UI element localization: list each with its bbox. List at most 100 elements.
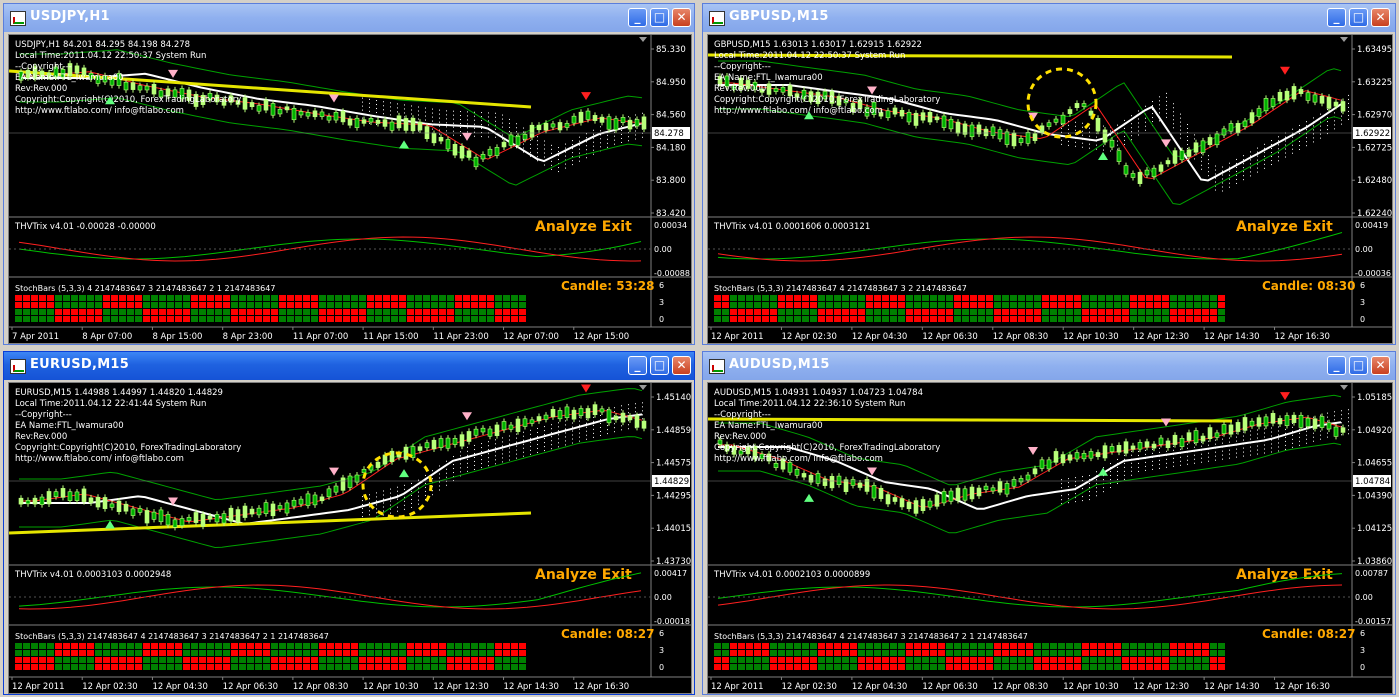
candle [382, 454, 388, 465]
stoch-cell [1034, 650, 1041, 656]
stoch-cell [1050, 302, 1057, 308]
stoch-cell [71, 309, 78, 315]
cloud-dot [635, 126, 636, 128]
price-tick-label: 1.45140 [656, 393, 691, 403]
cloud-dot [411, 113, 412, 115]
chart-window-audusd[interactable]: AUDUSD,M15 _ □ ✕ AUDUSD,M15 1.04931 1.04… [702, 351, 1396, 695]
stoch-cell [79, 316, 86, 322]
stoch-cell [239, 650, 246, 656]
maximize-button[interactable]: □ [1349, 8, 1368, 27]
stoch-cell [1202, 316, 1209, 322]
minimize-button[interactable]: _ [628, 8, 647, 27]
title-bar[interactable]: AUDUSD,M15 _ □ ✕ [703, 352, 1395, 380]
close-button[interactable]: ✕ [672, 8, 691, 27]
chart-area[interactable]: EURUSD,M15 1.44988 1.44997 1.44820 1.448… [8, 382, 692, 694]
cloud-dot [453, 472, 454, 474]
chart-header-line: Rev:Rev.000 [15, 84, 67, 94]
stoch-cell [1130, 664, 1137, 670]
cloud-dot [1257, 147, 1258, 149]
close-button[interactable]: ✕ [672, 356, 691, 375]
close-button[interactable]: ✕ [1371, 8, 1390, 27]
cloud-dot [1299, 436, 1300, 438]
stoch-cell [239, 657, 246, 663]
candle [158, 509, 164, 523]
candle [557, 410, 563, 420]
cloud-dot [425, 111, 426, 113]
stoch-cell [439, 316, 446, 322]
stoch-cell [938, 650, 945, 656]
stoch-cell [327, 309, 334, 315]
candle [550, 409, 556, 418]
stoch-cell [850, 295, 857, 301]
maximize-button[interactable]: □ [650, 8, 669, 27]
stoch-cell [946, 664, 953, 670]
stoch-cell [415, 316, 422, 322]
stoch-cell [415, 664, 422, 670]
stoch-cell [1194, 309, 1201, 315]
candle [857, 482, 863, 488]
stoch-cell [1146, 657, 1153, 663]
chart-window-gbpusd[interactable]: GBPUSD,M15 _ □ ✕ GBPUSD,M15 1.63013 1.63… [702, 3, 1396, 345]
cloud-dot [1075, 133, 1076, 135]
cloud-dot [1292, 426, 1293, 428]
candle [913, 112, 919, 126]
stoch-cell [87, 657, 94, 663]
candle [256, 507, 262, 516]
maximize-button[interactable]: □ [1349, 356, 1368, 375]
title-bar[interactable]: GBPUSD,M15 _ □ ✕ [703, 4, 1395, 32]
candle [312, 494, 318, 506]
stoch-cell [127, 650, 134, 656]
stoch-cell [1122, 657, 1129, 663]
stoch-cell [375, 643, 382, 649]
candle [1193, 430, 1199, 443]
chart-area[interactable]: AUDUSD,M15 1.04931 1.04937 1.04723 1.047… [707, 382, 1393, 694]
stoch-cell [858, 657, 865, 663]
cloud-dot [1327, 117, 1328, 119]
candle [186, 517, 192, 521]
minimize-button[interactable]: _ [628, 356, 647, 375]
chart-window-usdjpy[interactable]: USDJPY,H1 _ □ ✕ USDJPY,H1 84.201 84.295 … [3, 3, 695, 345]
stoch-cell [455, 643, 462, 649]
chart-area[interactable]: GBPUSD,M15 1.63013 1.63017 1.62915 1.629… [707, 34, 1393, 344]
minimize-button[interactable]: _ [1327, 356, 1346, 375]
candle [899, 110, 905, 117]
cloud-dot [1222, 186, 1223, 188]
cloud-dot [1348, 413, 1349, 415]
cloud-dot [1285, 136, 1286, 138]
stoch-cell [159, 643, 166, 649]
stoch-cell [335, 664, 342, 670]
cloud-dot [467, 466, 468, 468]
cloud-dot [460, 111, 461, 113]
stoch-cell [287, 664, 294, 670]
stoch-cell [1146, 309, 1153, 315]
stoch-cell [722, 302, 729, 308]
cloud-dot [1236, 174, 1237, 176]
title-bar[interactable]: EURUSD,M15 _ □ ✕ [4, 352, 694, 380]
cloud-dot [1222, 458, 1223, 460]
stoch-cell [914, 309, 921, 315]
stoch-cell [746, 316, 753, 322]
cloud-dot [446, 460, 447, 462]
stoch-cell [1138, 650, 1145, 656]
candle [1270, 98, 1276, 107]
title-bar[interactable]: USDJPY,H1 _ □ ✕ [4, 4, 694, 32]
cloud-dot [1124, 462, 1125, 464]
stoch-cell [866, 664, 873, 670]
stoch-cell [1018, 302, 1025, 308]
stoch-cell [1114, 657, 1121, 663]
minimize-button[interactable]: _ [1327, 8, 1346, 27]
close-button[interactable]: ✕ [1371, 356, 1390, 375]
candle [312, 110, 318, 118]
chart-area[interactable]: USDJPY,H1 84.201 84.295 84.198 84.278 Loc… [8, 34, 692, 344]
maximize-button[interactable]: □ [650, 356, 669, 375]
chart-window-eurusd[interactable]: EURUSD,M15 _ □ ✕ EURUSD,M15 1.44988 1.44… [3, 351, 695, 695]
cloud-dot [1152, 468, 1153, 470]
cloud-dot [1285, 436, 1286, 438]
candle [1263, 98, 1269, 112]
stoch-cell [95, 309, 102, 315]
cloud-dot [516, 449, 517, 451]
candle [920, 112, 926, 121]
stoch-cell [431, 302, 438, 308]
price-tick-label: 1.04390 [1357, 491, 1392, 501]
stoch-cell [375, 316, 382, 322]
